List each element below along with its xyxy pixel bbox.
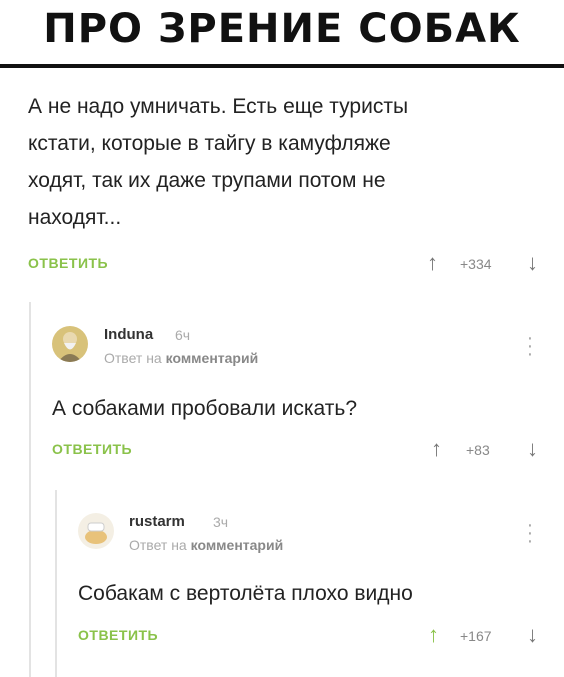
kebab-menu-icon[interactable]: · · · [525,515,535,551]
meme-header: ПРО ЗРЕНИЕ СОБАК [0,0,564,68]
comment-author[interactable]: rustarm [129,513,185,530]
arrow-down-icon[interactable]: ↓ [527,624,538,646]
avatar[interactable] [78,513,114,549]
comment-1-rating: +334 [460,256,492,272]
arrow-up-icon[interactable]: ↑ [431,438,442,460]
comment-time: 6ч [175,327,191,343]
page-title: ПРО ЗРЕНИЕ СОБАК [43,6,521,52]
comment-author[interactable]: Induna [104,326,153,343]
reply-to-info: Ответ на комментарий [104,350,258,366]
comment-3-text: Собакам с вертолёта плохо видно [78,582,413,605]
comment-3-reply-button[interactable]: ОТВЕТИТЬ [78,627,158,643]
arrow-down-icon[interactable]: ↓ [527,252,538,274]
arrow-up-icon[interactable]: ↑ [427,252,438,274]
reply-to-link[interactable]: комментарий [166,350,259,366]
comment-1-line-4: находят... [28,206,122,229]
thread-line-level-1 [29,302,31,677]
comment-1-line-2: кстати, которые в тайгу в камуфляже [28,132,391,155]
comment-1-line-3: ходят, так их даже трупами потом не [28,169,386,192]
comment-2-reply-button[interactable]: ОТВЕТИТЬ [52,441,132,457]
comment-time: 3ч [213,514,229,530]
reply-to-info: Ответ на комментарий [129,537,283,553]
avatar[interactable] [52,326,88,362]
comment-1-line-1: А не надо умничать. Есть еще туристы [28,95,409,118]
arrow-down-icon[interactable]: ↓ [527,438,538,460]
comment-2-text: А собаками пробовали искать? [52,397,358,420]
thread-line-level-2 [55,490,57,677]
comment-2-rating: +83 [466,442,490,458]
arrow-up-icon[interactable]: ↑ [428,624,439,646]
reply-to-link[interactable]: комментарий [191,537,284,553]
comment-3-rating: +167 [460,628,492,644]
reply-to-prefix: Ответ на [129,537,187,553]
title-divider [0,64,564,68]
comment-1-reply-button[interactable]: ОТВЕТИТЬ [28,255,108,271]
kebab-menu-icon[interactable]: · · · [525,328,535,364]
reply-to-prefix: Ответ на [104,350,162,366]
